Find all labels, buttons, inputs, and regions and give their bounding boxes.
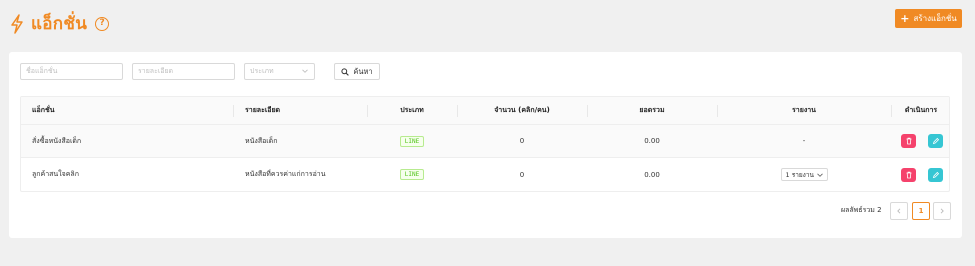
action-name-placeholder: ชื่อแอ็กชั่น: [26, 67, 58, 75]
row-count: 0: [519, 137, 525, 145]
trash-icon: [906, 171, 911, 179]
row-type: LINE: [367, 125, 457, 157]
create-action-label: สร้างแอ็กชั่น: [913, 14, 957, 23]
search-label: ค้นหา: [353, 66, 373, 76]
table-row: ลูกค้าสนใจคลิก หนังสือที่ควรค่าแก่การอ่า…: [21, 158, 949, 191]
row-report: 1 รายงาน: [717, 158, 891, 191]
col-operations: ดำเนินการ: [904, 106, 938, 114]
type-select[interactable]: ประเภท: [244, 63, 315, 80]
filter-bar: ชื่อแอ็กชั่น รายละเอียด ประเภท ค้นหา: [20, 63, 920, 80]
chevron-down-icon: [816, 173, 823, 177]
row-detail: หนังสือเด็ก: [245, 136, 278, 145]
page-number-button[interactable]: 1: [912, 202, 930, 220]
search-icon: [341, 67, 350, 76]
next-page-button[interactable]: [933, 202, 951, 220]
total-results: ผลลัพธ์รวม 2: [841, 206, 882, 214]
plus-icon: +: [900, 12, 910, 25]
row-total: 0.00: [644, 137, 660, 145]
prev-page-button[interactable]: [890, 202, 908, 220]
row-action: สั่งซื้อหนังสือเด็ก: [32, 136, 82, 145]
pencil-icon: [932, 171, 939, 179]
row-detail: หนังสือที่ควรค่าแก่การอ่าน: [245, 170, 326, 178]
col-total: ยอดรวม: [639, 106, 665, 114]
report-select-value: 1 รายงาน: [785, 170, 814, 179]
col-type: ประเภท: [400, 106, 424, 114]
row-total: 0.00: [644, 170, 660, 179]
lightning-icon: [11, 13, 23, 34]
chevron-left-icon: [897, 208, 901, 214]
delete-button[interactable]: [901, 134, 916, 148]
table-header: แอ็กชั่น รายละเอียด ประเภท จำนวน (คลิก/ค…: [21, 97, 949, 125]
page-header: แอ็กชั่น ? + สร้างแอ็กชั่น: [0, 0, 975, 44]
col-detail: รายละเอียด: [245, 106, 281, 114]
row-type: LINE: [367, 158, 457, 191]
search-button[interactable]: ค้นหา: [334, 63, 380, 80]
row-report: -: [802, 137, 806, 145]
pencil-icon: [932, 137, 939, 145]
type-placeholder: ประเภท: [250, 67, 274, 75]
delete-button[interactable]: [901, 168, 916, 182]
action-name-input[interactable]: ชื่อแอ็กชั่น: [20, 63, 123, 80]
create-action-button[interactable]: + สร้างแอ็กชั่น: [895, 9, 962, 28]
line-tag: LINE: [399, 135, 425, 147]
col-action: แอ็กชั่น: [32, 106, 55, 114]
table-row: สั่งซื้อหนังสือเด็ก หนังสือเด็ก LINE 0 0…: [21, 125, 949, 158]
col-divider: [233, 105, 234, 117]
col-count: จำนวน (คลิก/คน): [494, 106, 550, 114]
pagination: ผลลัพธ์รวม 2 1: [9, 202, 962, 220]
help-icon-glyph: ?: [99, 18, 105, 28]
detail-input[interactable]: รายละเอียด: [132, 63, 235, 80]
row-action: ลูกค้าสนใจคลิก: [32, 170, 79, 178]
report-select[interactable]: 1 รายงาน: [780, 168, 828, 181]
chevron-right-icon: [940, 208, 944, 214]
title-group: แอ็กชั่น ?: [9, 10, 110, 37]
content-card: ชื่อแอ็กชั่น รายละเอียด ประเภท ค้นหา แอ็…: [9, 52, 962, 238]
edit-button[interactable]: [928, 168, 943, 182]
detail-placeholder: รายละเอียด: [138, 67, 174, 75]
actions-table: แอ็กชั่น รายละเอียด ประเภท จำนวน (คลิก/ค…: [20, 96, 950, 192]
edit-button[interactable]: [928, 134, 943, 148]
line-tag: LINE: [399, 169, 425, 180]
page-title: แอ็กชั่น: [31, 14, 88, 34]
col-report: รายงาน: [792, 106, 816, 114]
help-icon[interactable]: ?: [95, 16, 110, 31]
row-count: 0: [519, 170, 525, 179]
trash-icon: [906, 137, 911, 145]
chevron-down-icon: [302, 69, 308, 73]
